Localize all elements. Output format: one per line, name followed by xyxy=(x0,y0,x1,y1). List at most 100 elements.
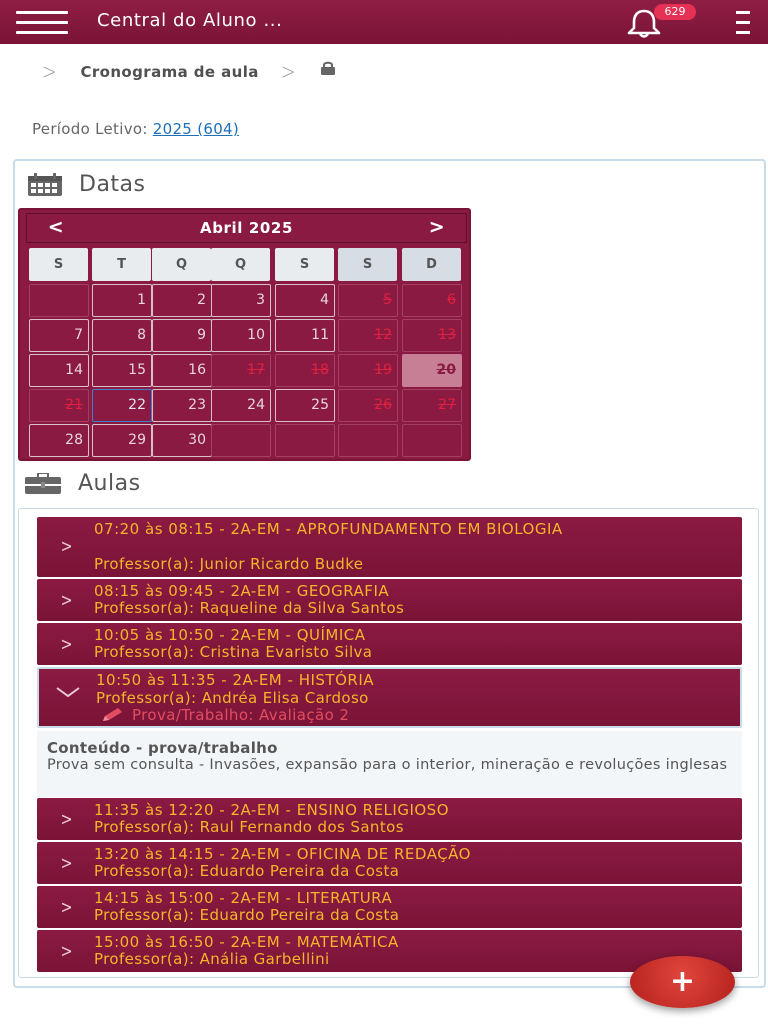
hamburger-icon[interactable] xyxy=(16,11,68,35)
class-item[interactable]: > 14:15 às 15:00 - 2A-EM - LITERATURA Pr… xyxy=(37,886,742,928)
class-professor: Professor(a): Raul Fernando dos Santos xyxy=(94,818,404,836)
calendar-day[interactable]: 1 xyxy=(92,284,152,317)
app-title: Central do Aluno ... xyxy=(97,10,283,31)
class-time: 11:35 às 12:20 - 2A-EM - ENSINO RELIGIOS… xyxy=(94,801,450,819)
period-letivo: Período Letivo: 2025 (604) xyxy=(32,120,239,138)
datas-heading: Datas xyxy=(27,172,146,197)
calendar-day[interactable]: 3 xyxy=(211,284,271,317)
calendar-weekday: D xyxy=(402,248,461,281)
calendar-day[interactable]: 21 xyxy=(29,389,89,422)
calendar-icon xyxy=(28,172,62,196)
calendar-day[interactable]: 13 xyxy=(402,319,462,352)
calendar-day[interactable]: 10 xyxy=(211,319,271,352)
calendar-day[interactable]: 22 xyxy=(92,389,152,422)
calendar-day[interactable]: 20 xyxy=(402,354,462,387)
calendar: < Abril 2025 > S T Q Q S S D 1 2 3 4 5 6 7 8 9 10 11 12 13 1… xyxy=(18,208,471,461)
calendar-day[interactable]: 19 xyxy=(338,354,398,387)
class-professor: Professor(a): Andréa Elisa Cardoso xyxy=(96,689,369,707)
briefcase-icon xyxy=(25,472,61,494)
chevron-right-icon: > xyxy=(60,590,73,611)
class-exam-label: Prova/Trabalho: Avaliação 2 xyxy=(132,706,350,724)
calendar-day[interactable]: 6 xyxy=(402,284,462,317)
class-time: 15:00 às 16:50 - 2A-EM - MATEMÁTICA xyxy=(94,933,399,951)
notification-badge: 629 xyxy=(654,4,696,20)
kebab-icon[interactable] xyxy=(734,11,752,35)
class-time: 10:50 às 11:35 - 2A-EM - HISTÓRIA xyxy=(96,671,375,689)
calendar-weekday: S xyxy=(29,248,88,281)
content-text: Prova sem consulta - Invasões, expansão … xyxy=(47,757,728,773)
period-label: Período Letivo: xyxy=(32,120,153,138)
calendar-day[interactable]: 11 xyxy=(275,319,335,352)
calendar-day[interactable]: 15 xyxy=(92,354,152,387)
top-bar: Central do Aluno ... 629 xyxy=(0,0,768,44)
calendar-day[interactable]: 23 xyxy=(152,389,212,422)
add-button[interactable]: + xyxy=(630,956,735,1008)
class-item[interactable]: > 10:05 às 10:50 - 2A-EM - QUÍMICA Profe… xyxy=(37,623,742,665)
chevron-right-icon: > xyxy=(60,536,73,557)
calendar-day[interactable]: 16 xyxy=(152,354,212,387)
class-item[interactable]: > 08:15 às 09:45 - 2A-EM - GEOGRAFIA Pro… xyxy=(37,579,742,621)
calendar-day[interactable]: 25 xyxy=(275,389,335,422)
calendar-day[interactable]: 14 xyxy=(29,354,89,387)
calendar-day[interactable]: 30 xyxy=(152,424,212,457)
class-time: 07:20 às 08:15 - 2A-EM - APROFUNDAMENTO … xyxy=(94,520,563,538)
calendar-empty-cell xyxy=(402,424,462,457)
class-item[interactable]: > 11:35 às 12:20 - 2A-EM - ENSINO RELIGI… xyxy=(37,798,742,840)
aulas-heading: Aulas xyxy=(24,471,141,496)
calendar-month-label: Abril 2025 xyxy=(200,219,293,237)
class-time: 13:20 às 14:15 - 2A-EM - OFICINA DE REDA… xyxy=(94,845,471,863)
calendar-day[interactable]: 8 xyxy=(92,319,152,352)
pencil-icon xyxy=(103,708,122,721)
chevron-right-icon: > xyxy=(60,809,73,830)
breadcrumb-current[interactable]: Cronograma de aula xyxy=(80,63,258,81)
class-time: 14:15 às 15:00 - 2A-EM - LITERATURA xyxy=(94,889,393,907)
calendar-day[interactable]: 29 xyxy=(92,424,152,457)
calendar-day[interactable]: 28 xyxy=(29,424,89,457)
calendar-empty-cell xyxy=(338,424,398,457)
breadcrumb: > Cronograma de aula > xyxy=(40,58,337,86)
class-professor: Professor(a): Anália Garbellini xyxy=(94,950,330,968)
class-item[interactable]: > 13:20 às 14:15 - 2A-EM - OFICINA DE RE… xyxy=(37,842,742,884)
calendar-day[interactable]: 26 xyxy=(338,389,398,422)
class-professor: Professor(a): Eduardo Pereira da Costa xyxy=(94,906,400,924)
calendar-day[interactable]: 5 xyxy=(338,284,398,317)
aulas-heading-label: Aulas xyxy=(78,471,141,496)
class-professor: Professor(a): Eduardo Pereira da Costa xyxy=(94,862,400,880)
calendar-day[interactable]: 24 xyxy=(211,389,271,422)
calendar-day[interactable]: 4 xyxy=(275,284,335,317)
calendar-next-button[interactable]: > xyxy=(422,216,452,238)
class-item-expanded[interactable]: 10:50 às 11:35 - 2A-EM - HISTÓRIA Profes… xyxy=(37,667,742,728)
lock-icon xyxy=(319,60,337,79)
calendar-prev-button[interactable]: < xyxy=(41,216,71,238)
class-professor: Professor(a): Cristina Evaristo Silva xyxy=(94,643,373,661)
class-item[interactable]: > 07:20 às 08:15 - 2A-EM - APROFUNDAMENT… xyxy=(37,517,742,577)
calendar-empty-cell xyxy=(211,424,271,457)
calendar-header: < Abril 2025 > xyxy=(26,213,467,243)
chevron-right-icon: > xyxy=(280,59,296,85)
plus-icon: + xyxy=(669,964,696,999)
calendar-day[interactable]: 18 xyxy=(275,354,335,387)
calendar-day[interactable]: 2 xyxy=(152,284,212,317)
period-link[interactable]: 2025 (604) xyxy=(153,120,239,138)
calendar-weekday: Q xyxy=(211,248,270,281)
class-exam: Prova/Trabalho: Avaliação 2 xyxy=(101,706,349,724)
class-professor: Professor(a): Raqueline da Silva Santos xyxy=(94,599,405,617)
class-item[interactable]: > 15:00 às 16:50 - 2A-EM - MATEMÁTICA Pr… xyxy=(37,930,742,972)
chevron-right-icon: > xyxy=(60,634,73,655)
calendar-day[interactable]: 7 xyxy=(29,319,89,352)
calendar-day[interactable]: 27 xyxy=(402,389,462,422)
chevron-right-icon: > xyxy=(60,941,73,962)
calendar-weekday: Q xyxy=(152,248,211,281)
chevron-right-icon: > xyxy=(60,897,73,918)
calendar-weekday: S xyxy=(338,248,397,281)
calendar-day[interactable]: 9 xyxy=(152,319,212,352)
datas-heading-label: Datas xyxy=(79,172,146,197)
calendar-weekday: T xyxy=(92,248,151,281)
calendar-weekday: S xyxy=(275,248,334,281)
chevron-right-icon: > xyxy=(41,59,57,85)
calendar-empty-cell xyxy=(275,424,335,457)
class-time: 08:15 às 09:45 - 2A-EM - GEOGRAFIA xyxy=(94,582,390,600)
calendar-empty-cell xyxy=(29,284,89,317)
calendar-day[interactable]: 17 xyxy=(211,354,271,387)
calendar-day[interactable]: 12 xyxy=(338,319,398,352)
